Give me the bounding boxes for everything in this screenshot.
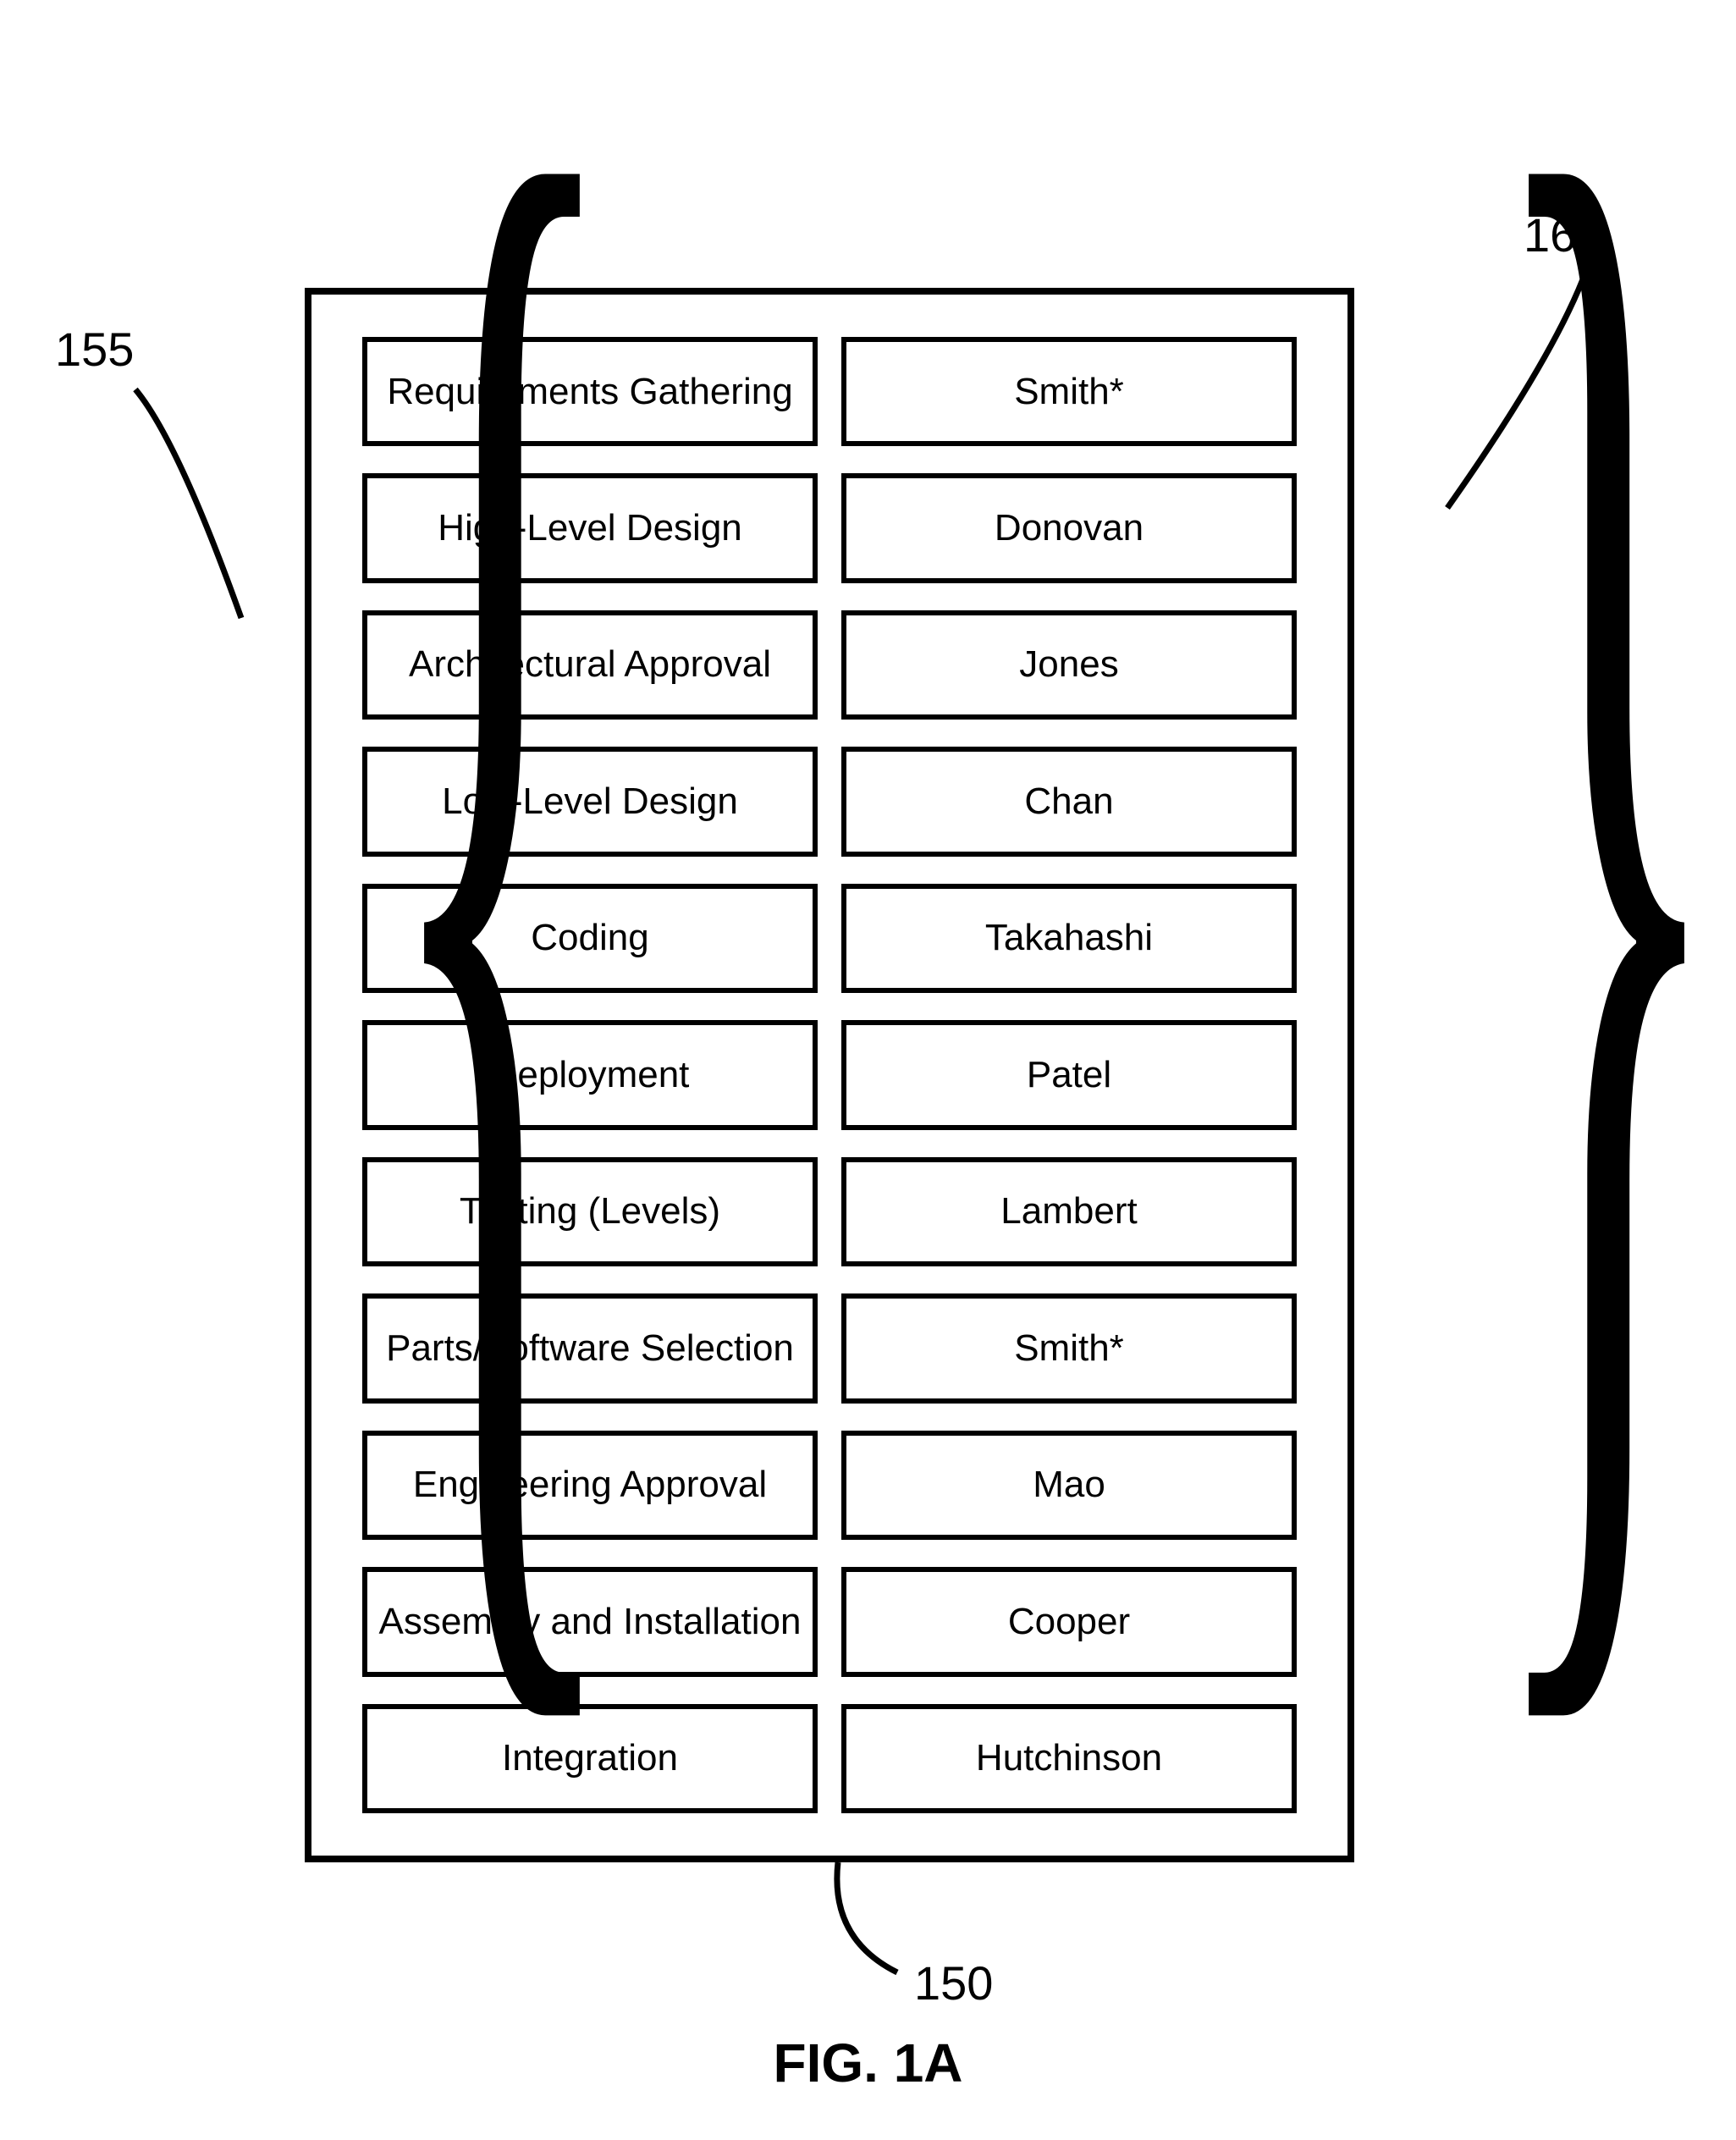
- person-cell: Jones: [841, 610, 1297, 720]
- person-cell: Lambert: [841, 1157, 1297, 1266]
- table-row: Testing (Levels)Lambert: [362, 1157, 1297, 1266]
- task-cell: Engineering Approval: [362, 1431, 818, 1540]
- table-row: Parts/Software SelectionSmith*: [362, 1293, 1297, 1403]
- person-cell: Donovan: [841, 473, 1297, 582]
- table-row: Assembly and InstallationCooper: [362, 1567, 1297, 1676]
- person-cell: Patel: [841, 1020, 1297, 1129]
- task-cell: Integration: [362, 1704, 818, 1813]
- task-cell: High-Level Design: [362, 473, 818, 582]
- person-cell: Smith*: [841, 1293, 1297, 1403]
- task-cell: Testing (Levels): [362, 1157, 818, 1266]
- task-cell: Coding: [362, 884, 818, 993]
- person-cell: Mao: [841, 1431, 1297, 1540]
- callout-150: 150: [914, 1955, 993, 2010]
- task-cell: Parts/Software Selection: [362, 1293, 818, 1403]
- callout-160: 160: [1524, 207, 1602, 262]
- person-cell: Chan: [841, 747, 1297, 856]
- table-row: Low-Level DesignChan: [362, 747, 1297, 856]
- table-row: Requirements GatheringSmith*: [362, 337, 1297, 446]
- brace-right-icon: }: [1481, 0, 1732, 1769]
- task-cell: Assembly and Installation: [362, 1567, 818, 1676]
- figure-canvas: { } Requirements GatheringSmith*High-Lev…: [0, 0, 1736, 2140]
- table-row: Engineering ApprovalMao: [362, 1431, 1297, 1540]
- table-row: DeploymentPatel: [362, 1020, 1297, 1129]
- person-cell: Cooper: [841, 1567, 1297, 1676]
- table-row: High-Level DesignDonovan: [362, 473, 1297, 582]
- table-grid: Requirements GatheringSmith*High-Level D…: [362, 337, 1297, 1813]
- task-cell: Deployment: [362, 1020, 818, 1129]
- table-row: IntegrationHutchinson: [362, 1704, 1297, 1813]
- task-cell: Architectural Approval: [362, 610, 818, 720]
- task-cell: Low-Level Design: [362, 747, 818, 856]
- task-cell: Requirements Gathering: [362, 337, 818, 446]
- person-cell: Hutchinson: [841, 1704, 1297, 1813]
- person-cell: Takahashi: [841, 884, 1297, 993]
- table-row: CodingTakahashi: [362, 884, 1297, 993]
- figure-caption: FIG. 1A: [0, 2032, 1736, 2094]
- person-cell: Smith*: [841, 337, 1297, 446]
- table-row: Architectural ApprovalJones: [362, 610, 1297, 720]
- table-box: Requirements GatheringSmith*High-Level D…: [305, 288, 1354, 1862]
- callout-155: 155: [55, 322, 134, 377]
